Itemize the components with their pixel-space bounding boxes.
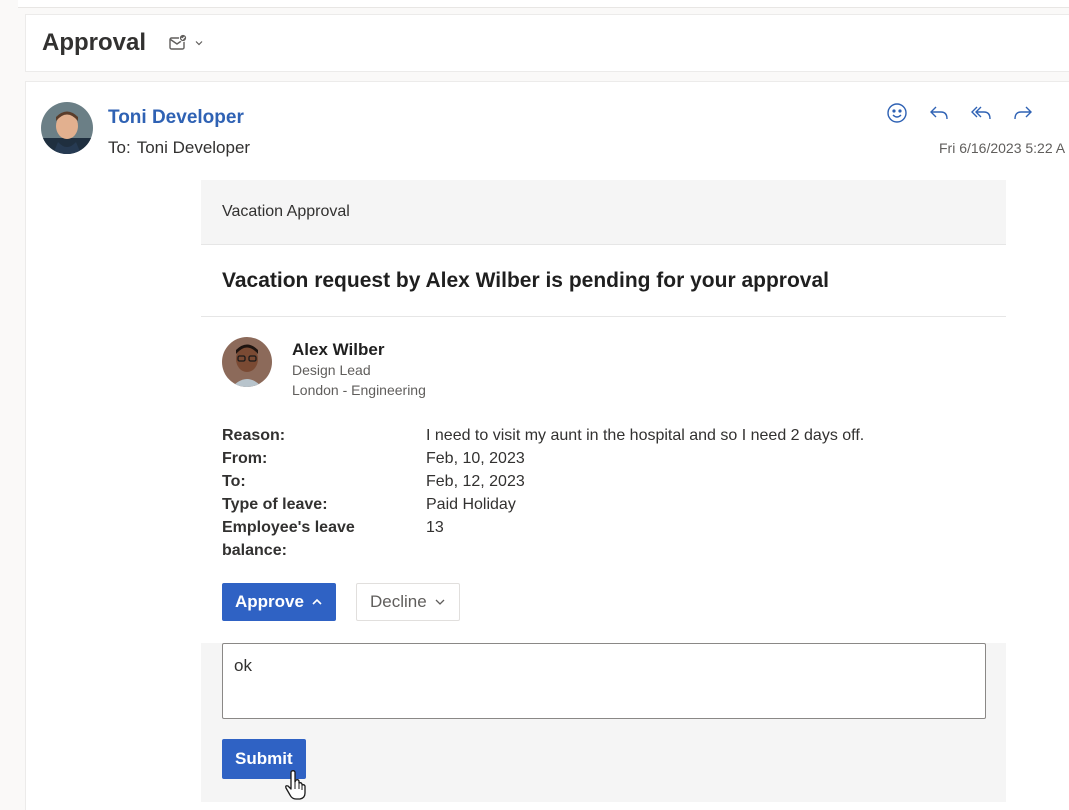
- comment-input[interactable]: ok: [222, 643, 986, 719]
- fact-key: From:: [222, 450, 268, 467]
- employee-avatar: [222, 337, 272, 387]
- fact-row: Reason: I need to visit my aunt in the h…: [222, 424, 982, 447]
- fact-value: Paid Holiday: [426, 496, 516, 513]
- message-pane: Toni Developer To: Toni Developer Fri 6/1…: [25, 81, 1069, 810]
- chevron-down-icon[interactable]: [194, 38, 204, 48]
- chevron-up-icon: [311, 596, 323, 608]
- fact-value: I need to visit my aunt in the hospital …: [426, 427, 865, 444]
- fact-key: Employee's leave balance:: [222, 519, 355, 559]
- fact-row: To: Feb, 12, 2023: [222, 470, 982, 493]
- subject-title: Approval: [42, 29, 147, 56]
- employee-name: Alex Wilber: [292, 340, 385, 359]
- approve-label: Approve: [235, 592, 304, 611]
- emoji-icon[interactable]: [884, 100, 910, 126]
- fact-key: To:: [222, 473, 246, 490]
- recipient-line: To: Toni Developer: [108, 138, 256, 158]
- fact-key: Type of leave:: [222, 496, 328, 513]
- adaptive-card: Vacation Approval Vacation request by Al…: [201, 180, 1006, 802]
- approval-mail-icon[interactable]: [168, 33, 188, 53]
- card-title: Vacation request by Alex Wilber is pendi…: [201, 245, 1006, 317]
- sender-name[interactable]: Toni Developer: [108, 107, 244, 129]
- fact-key: Reason:: [222, 427, 286, 444]
- card-body: Alex Wilber Design Lead London - Enginee…: [201, 317, 1006, 643]
- fact-row: Employee's leave balance: 13: [222, 516, 982, 562]
- to-label: To:: [108, 138, 131, 157]
- hand-cursor-icon: [284, 769, 310, 801]
- action-buttons: Approve Decline: [222, 583, 460, 621]
- card-header: Vacation Approval: [201, 180, 1006, 245]
- reply-icon[interactable]: [926, 100, 952, 126]
- decline-label: Decline: [369, 592, 427, 611]
- fact-row: From: Feb, 10, 2023: [222, 447, 982, 470]
- message-actions: [884, 100, 1036, 126]
- subject-bar: Approval: [25, 14, 1069, 72]
- subject-icons[interactable]: [168, 33, 204, 53]
- employee-role: Design Lead: [292, 362, 371, 378]
- fact-set: Reason: I need to visit my aunt in the h…: [222, 424, 982, 562]
- employee-location: London - Engineering: [292, 382, 426, 398]
- recipient-name[interactable]: Toni Developer: [137, 138, 250, 157]
- fact-value: Feb, 12, 2023: [426, 473, 525, 490]
- forward-icon[interactable]: [1010, 100, 1036, 126]
- approve-button[interactable]: Approve: [222, 583, 336, 621]
- sender-avatar[interactable]: [41, 102, 93, 154]
- top-strip: [18, 0, 1069, 8]
- message-date: Fri 6/16/2023 5:22 A: [939, 140, 1066, 156]
- reply-all-icon[interactable]: [968, 100, 994, 126]
- fact-value: Feb, 10, 2023: [426, 450, 525, 467]
- fact-row: Type of leave: Paid Holiday: [222, 493, 982, 516]
- chevron-down-icon: [434, 596, 446, 608]
- decline-button[interactable]: Decline: [355, 583, 460, 621]
- fact-value: 13: [426, 519, 444, 536]
